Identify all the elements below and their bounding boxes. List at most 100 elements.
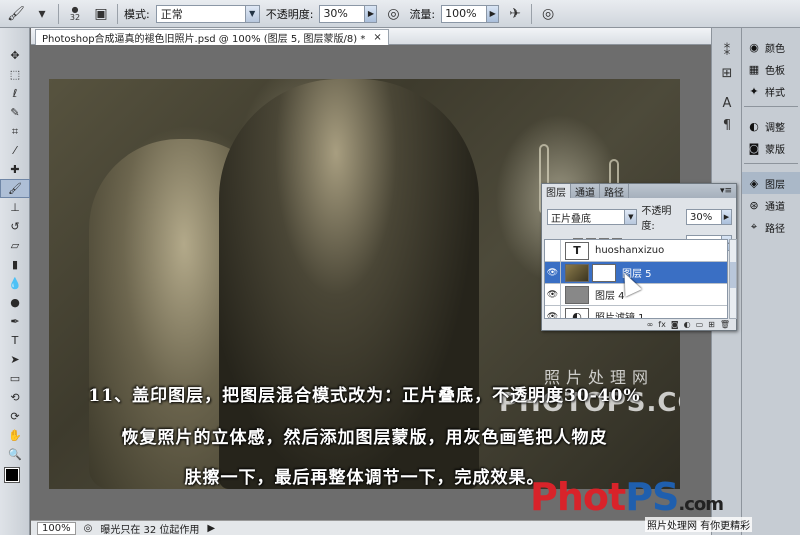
3d-orbit-tool-icon[interactable]: ⟳ xyxy=(0,407,30,426)
brush-panel-icon[interactable]: ▣ xyxy=(91,4,111,24)
text-layer-icon: T xyxy=(565,241,589,260)
layer-opacity-input[interactable]: 30% xyxy=(686,209,722,225)
dock-item-label: 色板 xyxy=(765,65,785,77)
close-icon[interactable]: × xyxy=(373,32,381,43)
status-info-icon[interactable]: ◎ xyxy=(84,523,93,534)
layer-list-scrollbar[interactable] xyxy=(729,239,737,319)
healing-brush-tool-icon[interactable]: ✚ xyxy=(0,160,30,179)
hand-tool-icon[interactable]: ✋ xyxy=(0,426,30,445)
new-adjustment-icon[interactable]: ◐ xyxy=(684,320,691,331)
chevron-down-icon: ▼ xyxy=(244,5,259,22)
brush-tool-icon[interactable]: 🖌 xyxy=(0,179,30,198)
dropdown-arrow-icon[interactable]: ▾ xyxy=(32,4,52,24)
layer-mask-thumbnail[interactable] xyxy=(592,263,616,282)
brush-presets-icon[interactable]: ⁑ xyxy=(712,40,742,62)
visibility-toggle[interactable] xyxy=(545,240,561,262)
layer-opacity-control: 30% ▶ xyxy=(686,209,732,225)
paragraph-icon[interactable]: ¶ xyxy=(712,114,742,136)
tab-paths[interactable]: 路径 xyxy=(600,184,629,199)
eye-icon[interactable]: 👁 xyxy=(545,283,561,306)
document-tab[interactable]: Photoshop合成逼真的褪色旧照片.psd @ 100% (图层 5, 图层… xyxy=(35,29,389,45)
dock-group-2: ◐ 调整 ◙ 蒙版 xyxy=(742,115,800,159)
add-mask-icon[interactable]: ◙ xyxy=(671,320,679,331)
gradient-tool-icon[interactable]: ▮ xyxy=(0,255,30,274)
history-brush-tool-icon[interactable]: ↺ xyxy=(0,217,30,236)
layers-icon: ◈ xyxy=(749,176,759,190)
layer-name: 图层 4 xyxy=(595,291,625,302)
dock-item-swatches[interactable]: ▦ 色板 xyxy=(742,58,800,80)
layers-footer: ∞ fx ◙ ◐ ▭ ⊞ 🗑 xyxy=(542,320,736,331)
opacity-control: 30% ▶ xyxy=(319,4,378,23)
dock-item-paths[interactable]: ⌖ 路径 xyxy=(742,216,800,238)
layer-row-adjustment[interactable]: 👁 ◐ 照片滤镜 1 xyxy=(545,305,727,318)
clone-stamp-tool-icon[interactable]: ⊥ xyxy=(0,198,30,217)
eye-icon[interactable]: 👁 xyxy=(545,305,561,318)
opacity-input[interactable]: 30% xyxy=(319,4,366,23)
3d-rotate-tool-icon[interactable]: ⟲ xyxy=(0,388,30,407)
opacity-slider-toggle[interactable]: ▶ xyxy=(365,4,378,23)
brush-preset-icon[interactable]: ● 32 xyxy=(65,4,85,24)
zoom-tool-icon[interactable]: 🔍 xyxy=(0,445,30,464)
scrollbar-thumb[interactable] xyxy=(730,262,736,288)
dock-item-label: 颜色 xyxy=(765,43,785,55)
marquee-tool-icon[interactable]: ⬚ xyxy=(0,65,30,84)
blend-mode-select[interactable]: 正片叠底 ▼ xyxy=(547,209,638,225)
lasso-tool-icon[interactable]: ℓ xyxy=(0,84,30,103)
character-icon[interactable]: A xyxy=(712,92,742,114)
path-select-tool-icon[interactable]: ➤ xyxy=(0,350,30,369)
trash-icon[interactable]: 🗑 xyxy=(720,320,730,331)
layer-row-text[interactable]: T huoshanxizuo xyxy=(545,240,727,262)
dock-grip xyxy=(712,28,741,40)
eye-icon[interactable]: 👁 xyxy=(545,261,561,284)
eyedropper-tool-icon[interactable]: ⁄ xyxy=(0,141,30,160)
new-group-icon[interactable]: ▭ xyxy=(696,320,704,331)
mode-select[interactable]: 正常 ▼ xyxy=(155,4,260,23)
pen-tool-icon[interactable]: ✒ xyxy=(0,312,30,331)
opacity-label: 不透明度: xyxy=(265,7,314,21)
flow-slider-toggle[interactable]: ▶ xyxy=(487,4,500,23)
airbrush-icon[interactable]: ✈ xyxy=(505,4,525,24)
divider xyxy=(744,163,798,164)
fx-icon[interactable]: fx xyxy=(658,320,666,331)
layers-panel: 图层 通道 路径 ▾≡ 正片叠底▼ 不透明度: 30%▶ 锁定: ▦ ✎ ✥ 🔒… xyxy=(541,183,737,331)
zoom-level[interactable]: 100% xyxy=(37,521,76,535)
toolbox: ✥ ⬚ ℓ ✎ ⌗ ⁄ ✚ 🖌 ⊥ ↺ ▱ ▮ 💧 ● ✒ T ➤ ▭ ⟲ ⟳ … xyxy=(0,28,30,535)
dock-item-channels[interactable]: ⊛ 通道 xyxy=(742,194,800,216)
logo-subtitle: 照片处理网 有你更精彩 xyxy=(645,517,753,532)
dock-item-masks[interactable]: ◙ 蒙版 xyxy=(742,137,800,159)
dock-item-layers[interactable]: ◈ 图层 xyxy=(742,172,800,194)
paths-icon: ⌖ xyxy=(750,220,758,233)
divider xyxy=(531,3,533,24)
blend-mode-value: 正片叠底 xyxy=(551,213,591,225)
shape-tool-icon[interactable]: ▭ xyxy=(0,369,30,388)
flow-input[interactable]: 100% xyxy=(441,4,488,23)
dodge-tool-icon[interactable]: ● xyxy=(0,293,30,312)
brush-tool-icon[interactable]: 🖌 xyxy=(6,4,26,24)
tab-channels[interactable]: 通道 xyxy=(571,184,600,199)
blur-tool-icon[interactable]: 💧 xyxy=(0,274,30,293)
dock-item-styles[interactable]: ✦ 样式 xyxy=(742,80,800,102)
dock-item-adjustments[interactable]: ◐ 调整 xyxy=(742,115,800,137)
eraser-tool-icon[interactable]: ▱ xyxy=(0,236,30,255)
status-arrow-icon[interactable]: ▶ xyxy=(207,523,215,534)
link-layers-icon[interactable]: ∞ xyxy=(647,320,654,331)
layer-opacity-slider-toggle[interactable]: ▶ xyxy=(722,209,732,225)
dock-item-color[interactable]: ◉ 颜色 xyxy=(742,36,800,58)
pressure-size-icon[interactable]: ◎ xyxy=(538,4,558,24)
dock-item-label: 调整 xyxy=(765,122,785,134)
status-bar: 100% ◎ 曝光只在 32 位起作用 ▶ xyxy=(31,520,711,535)
swatches-icon: ▦ xyxy=(748,62,760,76)
new-layer-icon[interactable]: ⊞ xyxy=(708,320,715,331)
layer-thumbnail xyxy=(565,285,589,304)
options-bar: 🖌 ▾ ● 32 ▣ 模式: 正常 ▼ 不透明度: 30% ▶ ◎ 流量: 100% ▶… xyxy=(0,0,800,28)
type-tool-icon[interactable]: T xyxy=(0,331,30,350)
pressure-opacity-icon[interactable]: ◎ xyxy=(383,4,403,24)
move-tool-icon[interactable]: ✥ xyxy=(0,46,30,65)
foreground-color-swatch[interactable] xyxy=(4,467,20,483)
tab-layers[interactable]: 图层 xyxy=(542,184,571,199)
panel-menu-icon[interactable]: ▾≡ xyxy=(716,184,736,198)
quick-select-tool-icon[interactable]: ✎ xyxy=(0,103,30,122)
clone-source-icon[interactable]: ⊞ xyxy=(712,62,742,84)
flow-label: 流量: xyxy=(409,7,436,21)
crop-tool-icon[interactable]: ⌗ xyxy=(0,122,30,141)
